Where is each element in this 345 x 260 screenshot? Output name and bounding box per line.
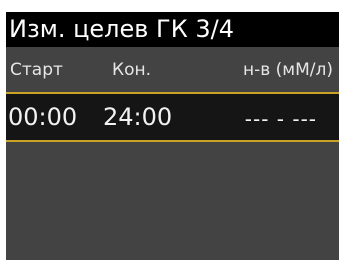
row-start-time: 00:00 [8, 103, 78, 131]
column-header-start: Старт [10, 60, 63, 80]
pump-screen: Изм. целев ГК 3/4 Старт Кон. н-в (мМ/л) … [6, 12, 339, 260]
row-target-range: --- - --- [244, 107, 317, 131]
device-frame: Изм. целев ГК 3/4 Старт Кон. н-в (мМ/л) … [0, 0, 345, 260]
page-title: Изм. целев ГК 3/4 [9, 15, 234, 43]
empty-list-area [6, 142, 339, 260]
row-end-time: 24:00 [103, 103, 173, 131]
title-bar: Изм. целев ГК 3/4 [6, 12, 339, 47]
table-row-selected[interactable]: 00:00 24:00 --- - --- [6, 92, 339, 142]
column-header-row: Старт Кон. н-в (мМ/л) [6, 47, 339, 92]
column-header-range: н-в (мМ/л) [242, 60, 333, 80]
column-header-end: Кон. [112, 60, 151, 80]
